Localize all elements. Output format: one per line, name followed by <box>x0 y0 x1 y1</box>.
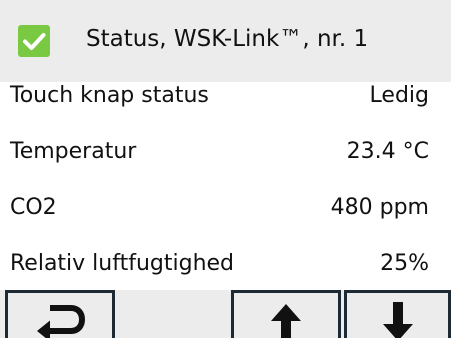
page-title: Status, WSK-Link™, nr. 1 <box>86 26 369 52</box>
row-value-touch-status: Ledig <box>369 83 429 108</box>
row-label-touch-status: Touch knap status <box>10 83 209 108</box>
header: Status, WSK-Link™, nr. 1 <box>0 0 451 82</box>
arrow-up-icon <box>271 304 301 338</box>
back-button[interactable] <box>5 290 115 338</box>
checkmark-icon <box>18 25 50 57</box>
row-label-humidity: Relativ luftfugtighed <box>10 251 235 276</box>
up-button[interactable] <box>231 290 341 338</box>
down-button[interactable] <box>344 290 451 338</box>
return-arrow-icon <box>37 305 85 338</box>
row-value-co2: 480 ppm <box>330 195 429 220</box>
row-value-humidity: 25% <box>380 251 429 276</box>
row-label-temperature: Temperatur <box>10 139 137 164</box>
row-value-temperature: 23.4 °C <box>346 139 429 164</box>
arrow-down-icon <box>382 302 413 338</box>
row-label-co2: CO2 <box>10 195 57 220</box>
